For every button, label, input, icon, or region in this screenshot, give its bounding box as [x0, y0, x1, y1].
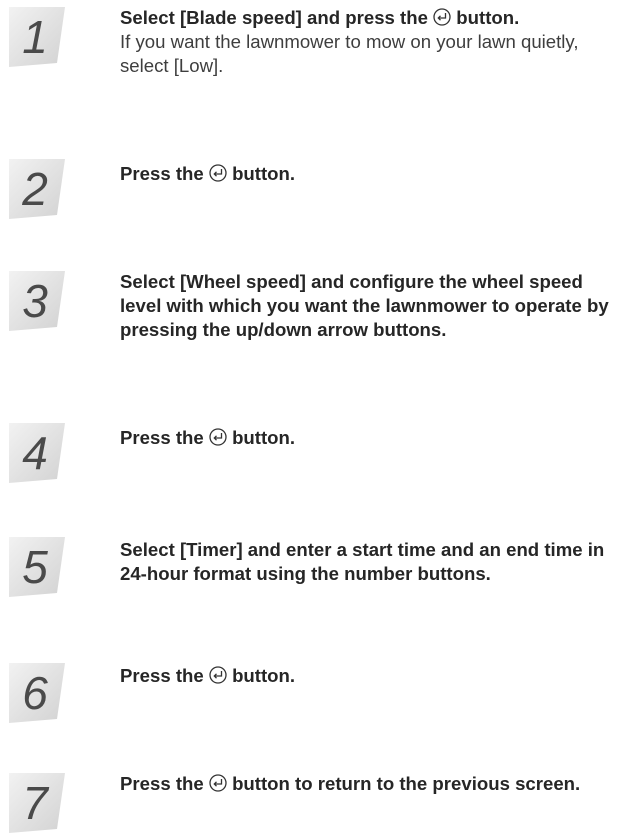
- step-number: 5: [22, 541, 48, 593]
- enter-return-icon: [209, 666, 227, 684]
- step-number: 2: [22, 163, 48, 215]
- step-number: 4: [22, 427, 48, 479]
- instruction-text: Press the button to return to the previo…: [120, 773, 581, 794]
- step-number: 6: [22, 667, 48, 719]
- instruction-text: Press the button.: [120, 163, 296, 184]
- enter-return-icon: [209, 164, 227, 182]
- step-text: Press the button to return to the previo…: [120, 772, 615, 796]
- step-number: 7: [22, 777, 48, 829]
- enter-return-icon: [209, 774, 227, 792]
- step-number-badge: 6: [9, 662, 69, 722]
- instruction-text: Select [Timer] and enter a start time an…: [120, 539, 605, 584]
- step-number-badge: 1: [9, 6, 69, 66]
- instruction-text: Select [Wheel speed] and configure the w…: [120, 271, 609, 340]
- step-text: Select [Blade speed] and press the butto…: [120, 6, 615, 78]
- step-text: Press the button.: [120, 426, 615, 450]
- step-number: 3: [22, 275, 48, 327]
- step-number-badge: 2: [9, 158, 69, 218]
- instruction-text: Select [Blade speed] and press the butto…: [120, 7, 520, 28]
- step-text: Press the button.: [120, 162, 615, 186]
- step-number-badge: 5: [9, 536, 69, 596]
- step-number-badge: 4: [9, 422, 69, 482]
- step-text: Press the button.: [120, 664, 615, 688]
- enter-return-icon: [209, 428, 227, 446]
- instruction-text: Press the button.: [120, 427, 296, 448]
- step-text: Select [Timer] and enter a start time an…: [120, 538, 615, 586]
- step-text: Select [Wheel speed] and configure the w…: [120, 270, 615, 342]
- enter-return-icon: [433, 8, 451, 26]
- step-number-badge: 7: [9, 772, 69, 832]
- step-number-badge: 3: [9, 270, 69, 330]
- step-number: 1: [22, 11, 48, 63]
- step-note: If you want the lawnmower to mow on your…: [120, 31, 579, 76]
- instruction-text: Press the button.: [120, 665, 296, 686]
